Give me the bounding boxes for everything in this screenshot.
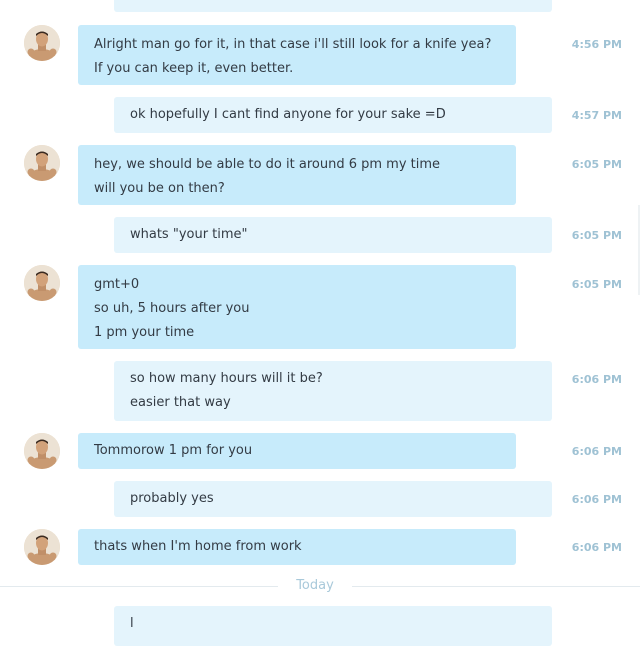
message-timestamp: 6:06 PM [571,493,622,506]
user-avatar-icon [24,529,60,565]
message-bubble-outgoing[interactable]: probably yes [114,481,552,517]
message-text: l [130,616,134,631]
date-divider: Today [0,576,640,596]
message-text: Alright man go for it, in that case i'll… [94,37,492,52]
message-text: gmt+0 [94,277,140,292]
message-timestamp: 6:05 PM [571,278,622,291]
message-timestamp: 6:06 PM [571,445,622,458]
message-text: ok hopefully I cant find anyone for your… [130,107,446,122]
message-text: so uh, 5 hours after you [94,301,250,316]
message-text: hey, we should be able to do it around 6… [94,157,441,172]
message-text [130,0,536,12]
divider-rule-right [352,586,640,587]
message-text: easier that way [130,395,231,410]
message-bubble-outgoing[interactable]: ok hopefully I cant find anyone for your… [114,97,552,133]
chat-conversation: Alright man go for it, in that case i'll… [0,0,640,646]
message-bubble-outgoing[interactable] [114,0,552,12]
message-text: thats when I'm home from work [94,539,302,554]
message-timestamp: 4:57 PM [571,109,622,122]
avatar[interactable] [24,433,60,469]
message-bubble-incoming[interactable]: Tommorow 1 pm for you [78,433,516,469]
message-bubble-outgoing[interactable]: whats "your time" [114,217,552,253]
user-avatar-icon [24,265,60,301]
message-bubble-incoming[interactable]: hey, we should be able to do it around 6… [78,145,516,205]
message-timestamp: 4:56 PM [571,38,622,51]
message-bubble-outgoing[interactable]: so how many hours will it be? easier tha… [114,361,552,421]
user-avatar-icon [24,433,60,469]
divider-rule-left [0,586,278,587]
date-divider-label: Today [296,578,334,593]
avatar[interactable] [24,265,60,301]
avatar[interactable] [24,145,60,181]
user-avatar-icon [24,25,60,61]
message-text: If you can keep it, even better. [94,61,294,76]
message-bubble-incoming[interactable]: Alright man go for it, in that case i'll… [78,25,516,85]
message-text: Tommorow 1 pm for you [94,443,253,458]
message-text: whats "your time" [130,227,248,242]
message-bubble-outgoing[interactable]: l [114,606,552,646]
message-timestamp: 6:05 PM [571,229,622,242]
message-timestamp: 6:05 PM [571,158,622,171]
message-text: probably yes [130,491,214,506]
message-text: 1 pm your time [94,325,195,340]
message-timestamp: 6:06 PM [571,373,622,386]
avatar[interactable] [24,25,60,61]
message-timestamp: 6:06 PM [571,541,622,554]
user-avatar-icon [24,145,60,181]
message-text: so how many hours will it be? [130,371,323,386]
message-bubble-incoming[interactable]: gmt+0 so uh, 5 hours after you 1 pm your… [78,265,516,349]
message-text: will you be on then? [94,181,225,196]
avatar[interactable] [24,529,60,565]
message-bubble-incoming[interactable]: thats when I'm home from work [78,529,516,565]
